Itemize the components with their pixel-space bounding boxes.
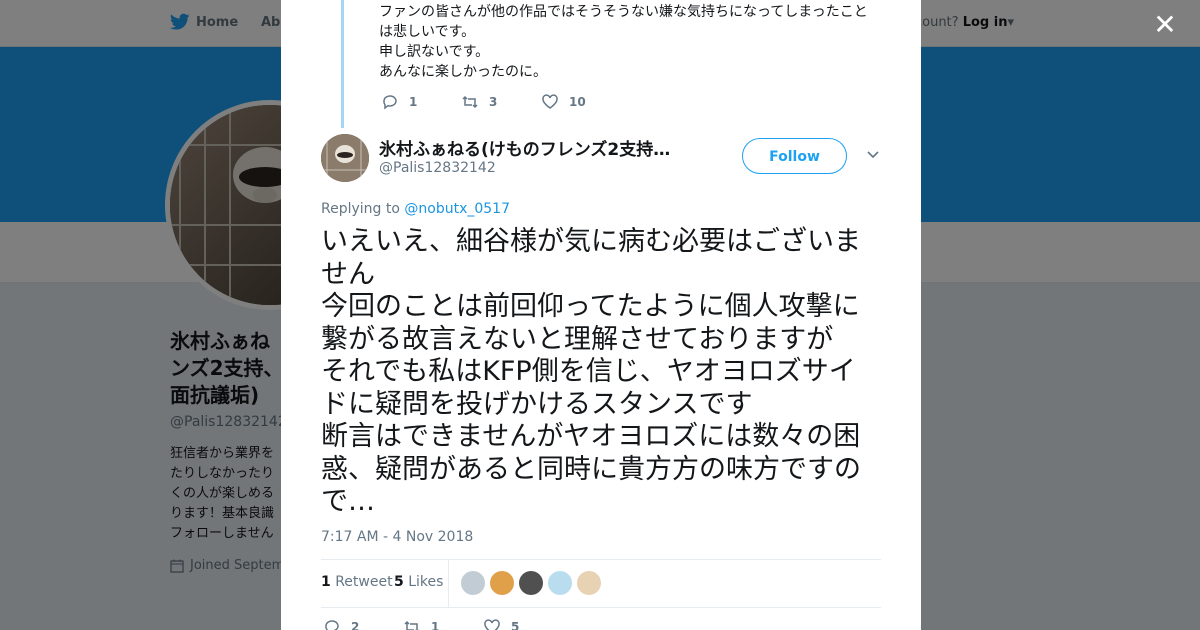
thread-connector-line (341, 0, 344, 128)
tweet-modal: ファンの皆さんが他の作品ではそうそうない嫌な気持ちになってしまったことは悲しいで… (281, 0, 921, 630)
replying-to: Replying to @nobutx_0517 (321, 201, 510, 217)
retweet-icon (404, 620, 419, 630)
tweet-timestamp[interactable]: 7:17 AM - 4 Nov 2018 (321, 529, 473, 545)
author-handle[interactable]: @Palis12832142 (379, 160, 496, 176)
follow-button[interactable]: Follow (742, 138, 847, 174)
reply-button[interactable]: 2 (323, 618, 403, 630)
reply-icon (325, 620, 339, 630)
reply-button[interactable]: 1 (381, 93, 461, 111)
liker-avatars (461, 571, 601, 595)
retweet-stat-count: 1 (321, 574, 331, 590)
author-avatar[interactable] (321, 134, 369, 182)
replying-prefix: Replying to (321, 201, 400, 217)
retweet-stat[interactable]: 1 Retweet (321, 574, 393, 590)
chevron-down-icon[interactable] (867, 148, 879, 160)
ancestor-tweet-text: ファンの皆さんが他の作品ではそうそうない嫌な気持ちになってしまったことは悲しいで… (379, 4, 868, 80)
retweet-count: 3 (489, 95, 498, 109)
reply-count: 2 (351, 620, 360, 630)
retweet-button[interactable]: 3 (461, 93, 541, 111)
author-name[interactable]: 氷村ふぁねる(けものフレンズ2支持… (379, 135, 699, 160)
like-button[interactable]: 10 (541, 93, 621, 111)
retweet-icon (462, 95, 478, 109)
heart-icon (484, 619, 500, 630)
retweet-button[interactable]: 1 (403, 618, 483, 630)
reply-icon (383, 95, 397, 110)
replying-to-link[interactable]: @nobutx_0517 (404, 201, 510, 217)
tweet-actions: 2 1 5 (323, 618, 563, 630)
stats-divider (448, 560, 449, 607)
like-stat[interactable]: 5 Likes (394, 574, 443, 590)
retweet-count: 1 (431, 620, 440, 630)
like-count: 10 (569, 95, 586, 109)
liker-avatar[interactable] (548, 571, 572, 595)
retweet-stat-label: Retweet (335, 574, 393, 590)
ancestor-tweet-actions: 1 3 10 (381, 93, 621, 111)
liker-avatar[interactable] (461, 571, 485, 595)
tweet-text: いえいえ、細谷様が気に病む必要はございません 今回のことは前回仰ってたように個人… (321, 226, 861, 517)
liker-avatar[interactable] (577, 571, 601, 595)
heart-icon (542, 94, 558, 109)
like-button[interactable]: 5 (483, 618, 563, 630)
raccoon-avatar-image (321, 134, 369, 182)
reply-count: 1 (409, 95, 418, 109)
tweet-stats: 1 Retweet 5 Likes (321, 559, 881, 608)
liker-avatar[interactable] (519, 571, 543, 595)
liker-avatar[interactable] (490, 571, 514, 595)
tweet-author: 氷村ふぁねる(けものフレンズ2支持… @Palis12832142 Follow (321, 134, 881, 184)
like-stat-label: Likes (408, 574, 444, 590)
like-count: 5 (511, 620, 520, 630)
like-stat-count: 5 (394, 574, 404, 590)
close-icon[interactable]: ✕ (1150, 10, 1180, 40)
